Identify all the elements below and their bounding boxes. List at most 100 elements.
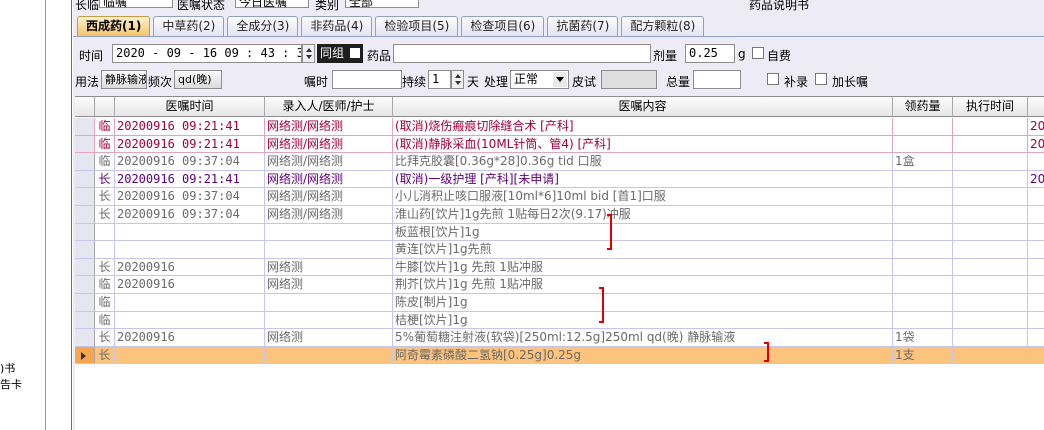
category-select[interactable]: 全部	[345, 0, 419, 9]
instruction-time-label: 嘱时	[304, 75, 329, 89]
table-row[interactable]: 长 20200916 网络测 牛膝[饮片]1g 先煎 1贴冲服	[75, 258, 1044, 277]
order-content: 荆芥[饮片]1g 先煎 1贴冲服	[393, 276, 893, 294]
header-exec-time[interactable]: 执行时间	[953, 97, 1028, 117]
order-panel: 长临 临嘱 医嘱状态 今日医嘱 类别 全部 药品说明书 西成药(1) 中草药(2…	[73, 0, 1044, 430]
header-entered-by[interactable]: 录入人/医师/护士	[265, 97, 393, 117]
tab-formula-granules[interactable]: 配方颗粒(8)	[621, 16, 705, 36]
extra-column	[1028, 329, 1044, 347]
table-row[interactable]: 临 陈皮[制片]1g	[75, 293, 1044, 312]
order-time	[115, 223, 265, 242]
duration-spinner[interactable]	[451, 70, 464, 89]
header-dispense-qty[interactable]: 领药量	[893, 97, 953, 117]
table-row[interactable]: 长 阿奇霉素磷酸二氢钠[0.25g]0.25g 1支	[75, 346, 1044, 365]
row-indicator[interactable]	[75, 346, 95, 365]
entered-by: 网络测/网络测	[265, 118, 393, 136]
entered-by: 网络测	[265, 276, 393, 294]
dispense-qty	[893, 223, 953, 242]
header-extra	[1028, 97, 1044, 117]
category-tabs: 西成药(1) 中草药(2) 全成分(3) 非药品(4) 检验项目(5) 检查项目…	[77, 16, 707, 36]
supplement-label: 补录	[784, 75, 809, 89]
drug-manual-link[interactable]: 药品说明书	[749, 0, 809, 12]
row-indicator[interactable]	[75, 293, 95, 312]
supplement-checkbox[interactable]	[767, 73, 779, 85]
dispense-qty	[893, 241, 953, 259]
duration-label: 持续	[402, 75, 427, 89]
exec-time	[953, 241, 1028, 259]
table-row[interactable]: 临 桔梗[饮片]1g	[75, 311, 1044, 330]
extra-column	[1028, 259, 1044, 277]
table-row[interactable]: 临 20200916 09:21:41 网络测/网络测 (取消)烧伤瘢痕切除缝合…	[75, 118, 1044, 136]
dispense-qty	[893, 311, 953, 330]
table-row[interactable]: 临 20200916 09:37:04 网络测/网络测 比拜克胶囊[0.36g*…	[75, 153, 1044, 171]
order-status-label: 医嘱状态	[177, 0, 226, 12]
order-status-select[interactable]: 今日医嘱	[235, 0, 309, 9]
tab-full-ingredients[interactable]: 全成分(3)	[227, 16, 299, 36]
table-row[interactable]: 长 20200916 网络测 5%葡萄糖注射液(软袋)[250ml:12.5g]…	[75, 329, 1044, 347]
entered-by	[265, 293, 393, 312]
dispense-qty	[893, 205, 953, 224]
tab-examinations[interactable]: 检查项目(6)	[461, 16, 545, 36]
time-spinner[interactable]	[302, 44, 315, 63]
order-time: 20200916 09:37:04	[115, 153, 265, 171]
extra-column	[1028, 294, 1044, 312]
frequency-select[interactable]: qd(晚)	[174, 70, 222, 89]
extra-column	[1028, 346, 1044, 365]
extra-column: 20	[1028, 118, 1044, 136]
grid-rows: 临 20200916 09:21:41 网络测/网络测 (取消)烧伤瘢痕切除缝合…	[75, 118, 1044, 365]
duration-input[interactable]: 1	[428, 70, 451, 89]
row-indicator[interactable]	[75, 170, 95, 189]
row-indicator[interactable]	[75, 135, 95, 154]
row-indicator[interactable]	[75, 276, 95, 294]
table-row[interactable]: 黄连[饮片]1g先煎	[75, 241, 1044, 259]
table-row[interactable]: 长 20200916 09:37:04 网络测/网络测 小儿消积止咳口服液[10…	[75, 188, 1044, 206]
row-indicator[interactable]	[75, 258, 95, 277]
instruction-time-input[interactable]	[332, 70, 402, 89]
order-type: 临	[95, 118, 115, 136]
usage-select[interactable]: 静脉输液	[101, 70, 147, 89]
self-pay-checkbox[interactable]	[752, 47, 764, 59]
tab-antibiotics[interactable]: 抗菌药(7)	[547, 16, 619, 36]
order-kind-select[interactable]: 临嘱	[99, 0, 173, 9]
drug-search-input[interactable]	[393, 44, 651, 63]
tab-western-medicine[interactable]: 西成药(1)	[77, 16, 151, 36]
time-input[interactable]: 2020 - 09 - 16 09 : 43 : 39	[112, 44, 302, 63]
exec-time	[953, 205, 1028, 224]
total-input[interactable]	[693, 70, 741, 89]
header-order-time[interactable]: 医嘱时间	[115, 97, 265, 117]
tab-herbal-medicine[interactable]: 中草药(2)	[153, 16, 225, 36]
row-indicator[interactable]	[75, 205, 95, 224]
self-pay-label: 自费	[767, 49, 792, 63]
table-row[interactable]: 板蓝根[饮片]1g	[75, 223, 1044, 242]
process-select[interactable]: 正常	[510, 70, 569, 89]
row-indicator[interactable]	[75, 153, 95, 171]
dispense-qty	[893, 170, 953, 189]
row-indicator[interactable]	[75, 241, 95, 259]
grid-header: 医嘱时间 录入人/医师/护士 医嘱内容 领药量 执行时间	[75, 97, 1044, 117]
tab-non-drug[interactable]: 非药品(4)	[301, 16, 373, 36]
row-indicator[interactable]	[75, 329, 95, 347]
row-indicator[interactable]	[75, 118, 95, 136]
same-group-checkbox	[349, 48, 360, 58]
exec-time	[953, 153, 1028, 171]
entered-by: 网络测/网络测	[265, 135, 393, 154]
extend-order-checkbox[interactable]	[815, 73, 827, 85]
row-indicator[interactable]	[75, 188, 95, 206]
header-order-content[interactable]: 医嘱内容	[393, 97, 893, 117]
order-type: 临	[95, 293, 115, 312]
dispense-qty: 1支	[893, 346, 953, 365]
same-group-toggle[interactable]: 同组	[317, 44, 363, 63]
table-row[interactable]: 长 20200916 09:21:41 网络测/网络测 (取消)一级护理 [产科…	[75, 170, 1044, 189]
table-row[interactable]: 临 20200916 网络测 荆芥[饮片]1g 先煎 1贴冲服	[75, 276, 1044, 294]
same-group-label: 同组	[320, 46, 345, 60]
dose-input[interactable]: 0.25	[685, 44, 735, 63]
exec-time	[953, 135, 1028, 154]
row-indicator[interactable]	[75, 311, 95, 330]
table-row[interactable]: 长 20200916 09:37:04 网络测/网络测 淮山药[饮片]1g先煎 …	[75, 205, 1044, 224]
row-indicator[interactable]	[75, 223, 95, 242]
entered-by: 网络测/网络测	[265, 188, 393, 206]
order-time	[115, 293, 265, 312]
extra-column	[1028, 241, 1044, 259]
tab-lab-tests[interactable]: 检验项目(5)	[375, 16, 459, 36]
order-time: 20200916	[115, 258, 265, 277]
table-row[interactable]: 临 20200916 09:21:41 网络测/网络测 (取消)静脉采血(10M…	[75, 135, 1044, 154]
